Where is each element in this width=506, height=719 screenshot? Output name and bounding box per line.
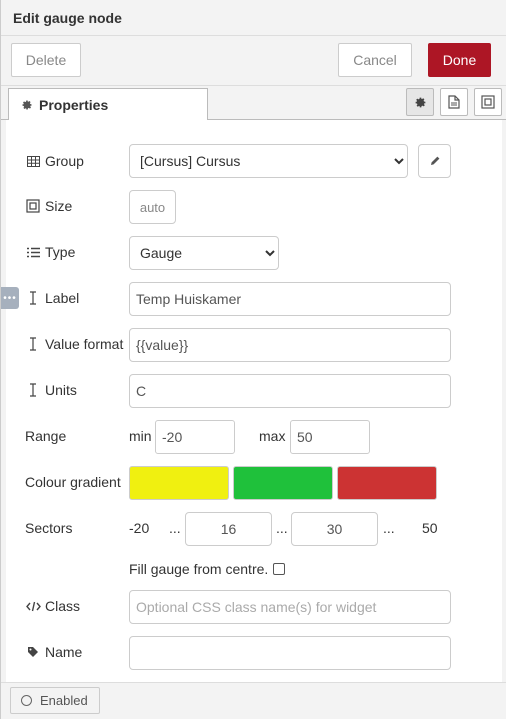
tabs-bar: Properties xyxy=(1,86,506,121)
delete-button[interactable]: Delete xyxy=(11,43,81,77)
colour-gradient-row-label: Colour gradient xyxy=(25,474,121,490)
list-icon xyxy=(25,247,41,258)
tab-settings[interactable] xyxy=(406,88,434,116)
fill-centre-label: Fill gauge from centre. xyxy=(129,561,269,577)
sectors-dots: ... xyxy=(276,520,288,536)
code-icon xyxy=(25,601,41,612)
sector-1-input[interactable] xyxy=(185,512,272,546)
tray-title: Edit gauge node xyxy=(13,9,122,26)
tag-icon xyxy=(25,646,41,658)
name-input[interactable] xyxy=(129,636,451,670)
name-row-label: Name xyxy=(25,642,82,662)
tray-header: Edit gauge node xyxy=(1,0,506,36)
class-row-label: Class xyxy=(25,596,80,616)
label-input[interactable] xyxy=(129,282,451,316)
cancel-button[interactable]: Cancel xyxy=(338,43,412,77)
edit-group-button[interactable] xyxy=(418,144,451,178)
gear-icon xyxy=(414,96,427,109)
file-icon xyxy=(448,95,460,109)
frame-icon xyxy=(25,199,41,213)
enabled-toggle[interactable]: Enabled xyxy=(10,687,100,714)
gear-icon xyxy=(21,99,33,111)
text-cursor-icon xyxy=(25,291,41,305)
sectors-dots: ... xyxy=(383,520,395,536)
fill-centre-checkbox[interactable] xyxy=(273,563,285,575)
text-cursor-icon xyxy=(25,337,41,351)
range-min-label: min xyxy=(129,428,152,444)
text-cursor-icon xyxy=(25,383,41,397)
tab-appearance[interactable] xyxy=(474,88,502,116)
sectors-end-value: 50 xyxy=(422,520,438,536)
table-icon xyxy=(25,155,41,167)
range-max-input[interactable] xyxy=(290,420,370,454)
size-button[interactable]: auto xyxy=(129,190,176,224)
circle-icon xyxy=(21,695,32,706)
done-button[interactable]: Done xyxy=(428,43,491,77)
range-min-input[interactable] xyxy=(155,420,235,454)
colour-swatch-high[interactable] xyxy=(337,466,437,500)
sectors-row-label: Sectors xyxy=(25,520,73,536)
sidebar-drag-handle[interactable]: ••• xyxy=(1,287,19,309)
range-max-label: max xyxy=(259,428,286,444)
sectors-start-value: -20 xyxy=(129,520,150,536)
type-row-label: Type xyxy=(25,242,75,262)
tab-properties-label: Properties xyxy=(39,96,109,113)
sector-2-input[interactable] xyxy=(291,512,378,546)
colour-swatch-low[interactable] xyxy=(129,466,229,500)
units-input[interactable] xyxy=(129,374,451,408)
value-format-row-label: Value format xyxy=(25,334,123,354)
tab-description[interactable] xyxy=(440,88,468,116)
group-row-label: Group xyxy=(25,151,84,171)
tray-toolbar: Delete Cancel Done xyxy=(1,36,506,86)
type-select[interactable]: Gauge xyxy=(129,236,279,270)
value-format-input[interactable] xyxy=(129,328,451,362)
tab-properties[interactable]: Properties xyxy=(8,88,208,121)
size-row-label: Size xyxy=(25,196,72,216)
colour-swatch-mid[interactable] xyxy=(233,466,333,500)
range-row-label: Range xyxy=(25,428,67,444)
group-select[interactable]: [Cursus] Cursus xyxy=(129,144,408,178)
edit-tray: Edit gauge node Delete Cancel Done Prope… xyxy=(0,0,506,719)
label-row-label: Label xyxy=(25,288,79,308)
tray-footer: Enabled xyxy=(1,682,506,719)
class-input[interactable] xyxy=(129,590,451,624)
frame-icon xyxy=(481,95,495,109)
sectors-dots: ... xyxy=(169,520,181,536)
units-row-label: Units xyxy=(25,380,77,400)
pencil-icon xyxy=(429,155,441,167)
